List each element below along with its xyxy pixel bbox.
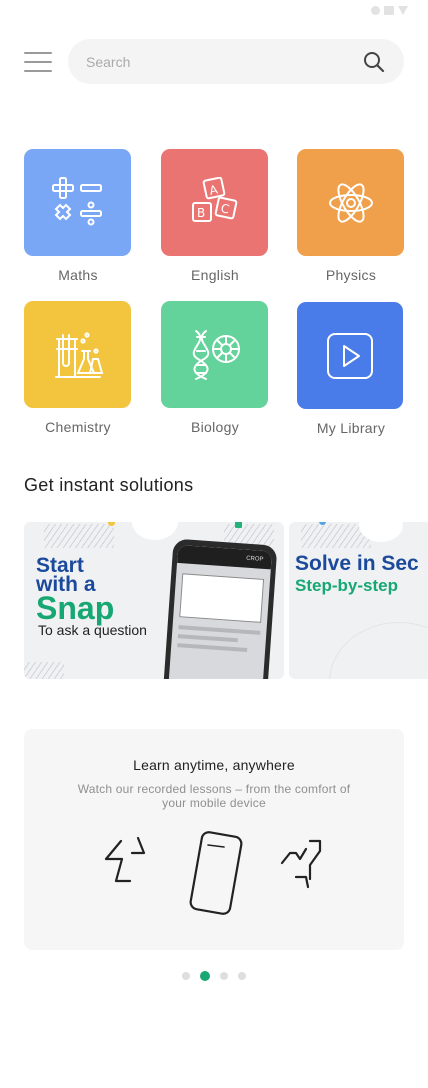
- menu-icon[interactable]: [24, 52, 52, 72]
- search-input[interactable]: [86, 53, 362, 70]
- pager-dot[interactable]: [182, 972, 190, 980]
- lab-flasks-icon: [54, 331, 103, 378]
- subject-tile[interactable]: [24, 301, 131, 408]
- phone-illustration: CROP: [162, 538, 278, 679]
- subject-physics[interactable]: Physics: [297, 149, 405, 283]
- status-dot-icon: [371, 6, 380, 15]
- pager-dot-active[interactable]: [200, 971, 210, 981]
- banner-decor: [24, 662, 64, 679]
- banner-decor: [329, 622, 428, 679]
- feature-subtitle: Watch our recorded lessons – from the co…: [77, 782, 351, 810]
- subject-my-library[interactable]: My Library: [297, 302, 405, 436]
- subject-tile[interactable]: [24, 149, 131, 256]
- banner-headline: Solve in Sec: [295, 552, 419, 575]
- subject-label: English: [190, 267, 240, 283]
- abc-blocks-icon: A B C: [191, 176, 237, 222]
- banner-snap[interactable]: Start with a Snap To ask a question CROP: [24, 522, 284, 679]
- phone-crop-label: CROP: [177, 544, 273, 570]
- subject-tile[interactable]: [297, 302, 403, 409]
- play-icon: [327, 332, 373, 379]
- search-icon[interactable]: [362, 50, 386, 74]
- search-bar[interactable]: [68, 39, 404, 84]
- carousel-pager: [0, 971, 428, 981]
- subject-tile[interactable]: A B C: [161, 149, 268, 256]
- banner-caption: To ask a question: [38, 622, 147, 638]
- math-operators-icon: [51, 176, 102, 225]
- status-triangle-icon: [398, 6, 408, 15]
- phone-rotate-icon: [104, 831, 322, 915]
- banner-solve[interactable]: Solve in Sec Step-by-step: [289, 522, 428, 679]
- status-square-icon: [384, 6, 394, 15]
- atom-icon: [328, 182, 373, 223]
- subject-tile[interactable]: [161, 301, 268, 408]
- subject-label: Maths: [58, 267, 98, 283]
- pager-dot[interactable]: [238, 972, 246, 980]
- subject-chemistry[interactable]: Chemistry: [24, 301, 132, 435]
- dna-cell-icon: [192, 329, 240, 380]
- status-indicators: [371, 6, 408, 15]
- subject-maths[interactable]: Maths: [24, 149, 132, 283]
- svg-text:A: A: [208, 182, 220, 198]
- subject-biology[interactable]: Biology: [161, 301, 269, 435]
- section-title: Get instant solutions: [24, 475, 194, 495]
- svg-text:B: B: [197, 206, 205, 220]
- feature-card: Learn anytime, anywhere Watch our record…: [24, 729, 404, 950]
- feature-title: Learn anytime, anywhere: [133, 757, 295, 773]
- banner-decor: [132, 522, 178, 540]
- subject-label: Chemistry: [45, 419, 111, 435]
- subject-label: Biology: [190, 419, 240, 435]
- subject-english[interactable]: A B C English: [161, 149, 269, 283]
- subject-tile[interactable]: [297, 149, 404, 256]
- banner-decor: [235, 522, 242, 528]
- banner-subheadline: Step-by-step: [295, 576, 398, 595]
- svg-text:C: C: [219, 201, 230, 216]
- banner-decor: [44, 524, 114, 548]
- subject-label: Physics: [325, 267, 377, 283]
- subject-label: My Library: [316, 420, 386, 436]
- pager-dot[interactable]: [220, 972, 228, 980]
